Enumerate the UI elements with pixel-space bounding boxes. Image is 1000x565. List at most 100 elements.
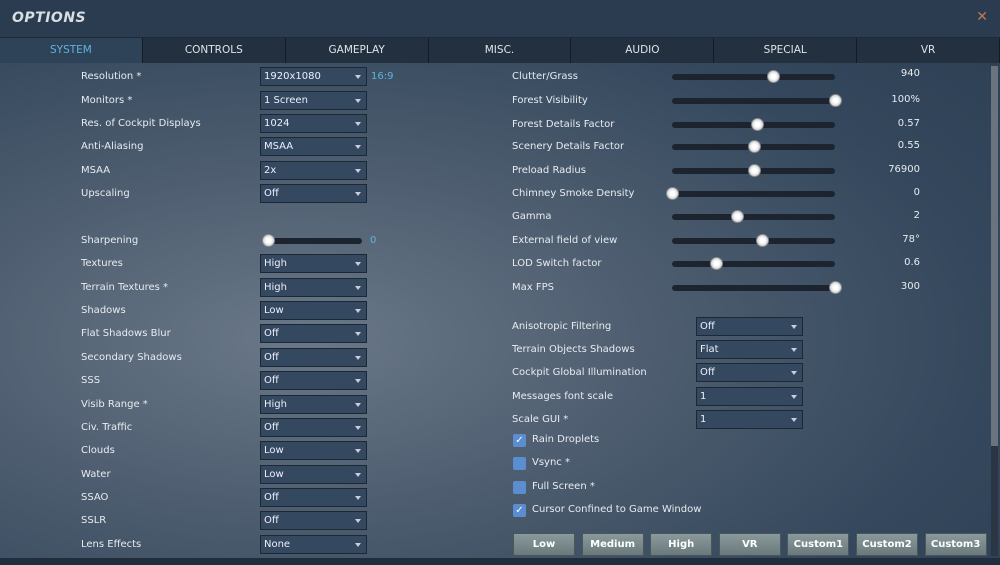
dropdown-value: 1 Screen	[264, 95, 308, 106]
slider[interactable]	[666, 187, 835, 200]
dropdown[interactable]: MSAA	[260, 137, 367, 156]
dropdown[interactable]: High	[260, 278, 367, 297]
slider[interactable]	[672, 210, 835, 223]
slider-value: 2	[913, 210, 920, 221]
dropdown[interactable]: Off	[260, 418, 367, 437]
chevron-down-icon	[791, 348, 797, 352]
dropdown[interactable]: Off	[696, 363, 803, 382]
slider[interactable]	[672, 70, 835, 83]
preset-low-button[interactable]: Low	[513, 533, 575, 556]
slider-thumb[interactable]	[767, 70, 781, 83]
slider-value: 100%	[891, 94, 920, 105]
dropdown[interactable]: Off	[696, 317, 803, 336]
setting-label: Secondary Shadows	[81, 352, 182, 363]
dropdown[interactable]: High	[260, 395, 367, 414]
preset-high-button[interactable]: High	[650, 533, 713, 556]
tab-misc[interactable]: MISC.	[428, 38, 572, 63]
dropdown-value: High	[264, 282, 287, 293]
dropdown[interactable]: Off	[260, 511, 367, 530]
aspect-ratio: 16:9	[371, 71, 394, 82]
scrollbar-thumb[interactable]	[991, 66, 998, 446]
chevron-down-icon	[355, 379, 361, 383]
setting-label: Lens Effects	[81, 539, 142, 550]
setting-label: Messages font scale	[512, 391, 614, 402]
dropdown-value: High	[264, 258, 287, 269]
slider[interactable]	[672, 140, 835, 153]
preset-medium-button[interactable]: Medium	[581, 533, 644, 556]
slider[interactable]	[672, 234, 835, 247]
setting-label: Scenery Details Factor	[512, 141, 625, 152]
setting-label: SSS	[81, 375, 101, 386]
slider-thumb[interactable]	[747, 140, 761, 153]
slider[interactable]	[672, 164, 835, 177]
slider-thumb[interactable]	[747, 164, 761, 177]
close-icon[interactable]: ✕	[976, 9, 988, 25]
slider[interactable]	[672, 94, 842, 107]
checkbox[interactable]	[513, 457, 526, 470]
dropdown-value: Off	[264, 328, 279, 339]
dropdown-value: Off	[264, 188, 279, 199]
setting-label: Forest Details Factor	[512, 119, 615, 130]
dropdown[interactable]: High	[260, 254, 367, 273]
dropdown[interactable]: Low	[260, 301, 367, 320]
slider-value: 300	[900, 281, 920, 292]
setting-label: Max FPS	[512, 282, 554, 293]
slider-thumb[interactable]	[829, 94, 842, 107]
dropdown[interactable]: 2x	[260, 161, 367, 180]
slider-value: 0.57	[897, 118, 920, 129]
slider-thumb[interactable]	[710, 257, 723, 270]
checkbox-label: Rain Droplets	[532, 434, 600, 445]
slider-value: 0.6	[904, 257, 920, 268]
preset-custom1-button[interactable]: Custom1	[787, 533, 850, 556]
checkbox[interactable]	[513, 481, 526, 494]
setting-label: Clouds	[81, 445, 115, 456]
preset-vr-button[interactable]: VR	[718, 533, 781, 556]
dropdown[interactable]: Off	[260, 184, 367, 203]
chevron-down-icon	[355, 473, 361, 477]
preset-custom2-button[interactable]: Custom2	[856, 533, 918, 556]
tab-bar: SYSTEM CONTROLS GAMEPLAY MISC. AUDIO SPECIAL V…	[0, 38, 1000, 63]
setting-label: Anti-Aliasing	[81, 141, 144, 152]
slider-thumb[interactable]	[261, 234, 275, 247]
dropdown-value: Off	[264, 492, 279, 503]
dropdown-value: Low	[264, 469, 284, 480]
chevron-down-icon	[355, 543, 361, 547]
tab-system[interactable]: SYSTEM	[0, 38, 143, 63]
slider[interactable]	[672, 281, 842, 294]
dropdown[interactable]: 1024	[260, 114, 367, 133]
slider-thumb[interactable]	[666, 187, 679, 200]
dropdown[interactable]: Off	[260, 324, 367, 343]
dropdown[interactable]: 1	[696, 410, 803, 429]
dropdown[interactable]: Low	[260, 465, 367, 484]
slider-thumb[interactable]	[750, 118, 764, 131]
dropdown[interactable]: Off	[260, 488, 367, 507]
slider[interactable]	[261, 234, 362, 247]
dropdown[interactable]: 1 Screen	[260, 91, 367, 110]
setting-label: LOD Switch factor	[512, 258, 602, 269]
dropdown[interactable]: 1920x1080	[260, 67, 367, 86]
slider[interactable]	[672, 118, 835, 131]
dropdown[interactable]: Flat	[696, 340, 803, 359]
checkbox[interactable]: ✓	[513, 434, 526, 447]
dropdown[interactable]: Off	[260, 371, 367, 390]
tab-special[interactable]: SPECIAL	[714, 38, 858, 63]
preset-custom3-button[interactable]: Custom3	[924, 533, 987, 556]
dropdown[interactable]: 1	[696, 387, 803, 406]
scrollbar[interactable]	[991, 66, 998, 556]
slider-thumb[interactable]	[829, 281, 842, 294]
tab-gameplay[interactable]: GAMEPLAY	[285, 38, 429, 63]
checkbox-label: Full Screen *	[532, 481, 595, 492]
slider-thumb[interactable]	[755, 234, 769, 247]
tab-audio[interactable]: AUDIO	[571, 38, 715, 63]
tab-controls[interactable]: CONTROLS	[142, 38, 286, 63]
dropdown[interactable]: None	[260, 535, 367, 554]
tab-vr[interactable]: VR	[857, 38, 1000, 63]
dropdown-value: Off	[264, 515, 279, 526]
slider-thumb[interactable]	[731, 210, 745, 223]
chevron-down-icon	[355, 332, 361, 336]
dropdown-value: 2x	[264, 165, 277, 176]
dropdown[interactable]: Off	[260, 348, 367, 367]
checkbox[interactable]: ✓	[513, 504, 526, 517]
slider[interactable]	[672, 257, 835, 270]
dropdown[interactable]: Low	[260, 441, 367, 460]
